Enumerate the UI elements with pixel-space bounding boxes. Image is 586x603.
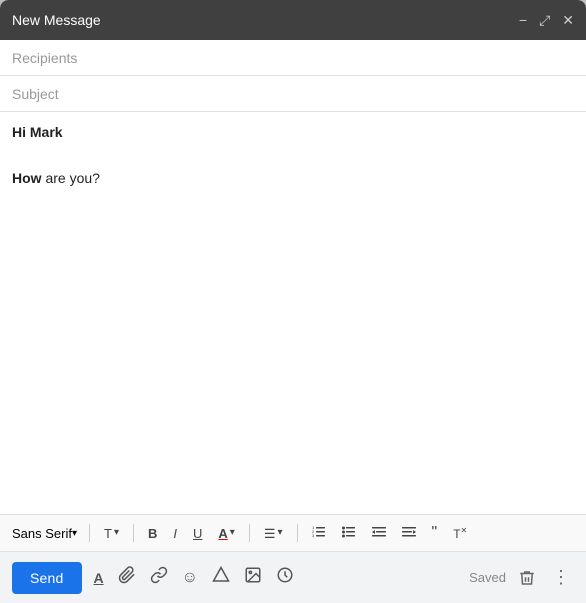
clear-format-label: T✕ — [453, 527, 467, 540]
formatting-icon: A — [94, 570, 104, 586]
align-icon: ☰ — [264, 527, 276, 540]
align-btn[interactable]: ☰ ▾ — [258, 523, 289, 544]
saved-label: Saved — [469, 570, 506, 585]
body-greeting: Hi Mark — [12, 122, 574, 143]
font-family-select[interactable]: Sans Serif ▾ — [8, 524, 81, 543]
bottom-icons: A ☺ — [90, 562, 462, 593]
title-bar: New Message − ⤢ ✕ — [0, 0, 586, 40]
drive-btn[interactable] — [208, 562, 234, 593]
compose-title: New Message — [12, 12, 101, 28]
clear-format-btn[interactable]: T✕ — [447, 523, 473, 544]
quote-icon: " — [432, 525, 438, 541]
insert-link-btn[interactable] — [146, 562, 172, 593]
font-family-label: Sans Serif — [12, 526, 72, 541]
close-icon[interactable]: ✕ — [562, 13, 574, 27]
font-size-chevron: ▾ — [114, 528, 119, 538]
italic-btn[interactable]: I — [167, 523, 183, 544]
text-color-label: A — [218, 527, 227, 540]
indent-decrease-btn[interactable] — [366, 521, 392, 545]
quote-btn[interactable]: " — [426, 521, 444, 545]
more-options-btn[interactable]: ⋮ — [548, 563, 574, 592]
toolbar-divider-3 — [249, 524, 250, 542]
saved-area: Saved ⋮ — [469, 563, 574, 592]
bullet-list-btn[interactable] — [336, 521, 362, 545]
link-icon — [150, 566, 168, 589]
trash-btn[interactable] — [514, 565, 540, 591]
bold-btn[interactable]: B — [142, 523, 163, 544]
text-color-btn[interactable]: A ▾ — [212, 523, 240, 544]
schedule-btn[interactable] — [272, 562, 298, 593]
numbered-list-btn[interactable]: 1 2 3 — [306, 521, 332, 545]
drive-icon — [212, 566, 230, 589]
indent-increase-btn[interactable] — [396, 521, 422, 545]
svg-text:3: 3 — [312, 533, 315, 538]
indent-decrease-icon — [372, 525, 386, 541]
more-options-icon: ⋮ — [552, 567, 570, 588]
compose-window: New Message − ⤢ ✕ Hi Mark How are you? S… — [0, 0, 586, 603]
underline-btn[interactable]: U — [187, 523, 208, 544]
formatting-toolbar: Sans Serif ▾ T ▾ B I U A ▾ ☰ — [0, 514, 586, 551]
bottom-bar: Send A — [0, 551, 586, 603]
font-size-btn[interactable]: T ▾ — [98, 523, 125, 544]
emoji-icon: ☺ — [182, 569, 198, 587]
send-button[interactable]: Send — [12, 562, 82, 594]
text-color-chevron: ▾ — [230, 528, 235, 538]
attach-icon — [118, 566, 136, 589]
emoji-btn[interactable]: ☺ — [178, 565, 202, 591]
formatting-toggle-btn[interactable]: A — [90, 566, 108, 590]
toolbar-divider-1 — [89, 524, 90, 542]
expand-icon[interactable]: ⤢ — [539, 13, 550, 27]
font-family-chevron: ▾ — [72, 528, 77, 539]
recipients-input[interactable] — [12, 50, 574, 66]
title-bar-controls: − ⤢ ✕ — [519, 13, 574, 27]
toolbar-divider-4 — [297, 524, 298, 542]
subject-row — [0, 76, 586, 112]
underline-label: U — [193, 527, 202, 540]
photo-btn[interactable] — [240, 562, 266, 593]
numbered-list-icon: 1 2 3 — [312, 525, 326, 541]
bullet-list-icon — [342, 525, 356, 541]
minimize-icon[interactable]: − — [519, 13, 527, 27]
indent-increase-icon — [402, 525, 416, 541]
toolbar-divider-2 — [133, 524, 134, 542]
align-chevron: ▾ — [277, 528, 282, 538]
recipients-row — [0, 40, 586, 76]
subject-input[interactable] — [12, 86, 574, 102]
italic-label: I — [173, 527, 177, 540]
bold-label: B — [148, 527, 157, 540]
attach-btn[interactable] — [114, 562, 140, 593]
body-text: How are you? — [12, 168, 574, 189]
font-size-icon: T — [104, 527, 112, 540]
photo-icon — [244, 566, 262, 589]
body-area[interactable]: Hi Mark How are you? — [0, 112, 586, 514]
schedule-icon — [276, 566, 294, 589]
